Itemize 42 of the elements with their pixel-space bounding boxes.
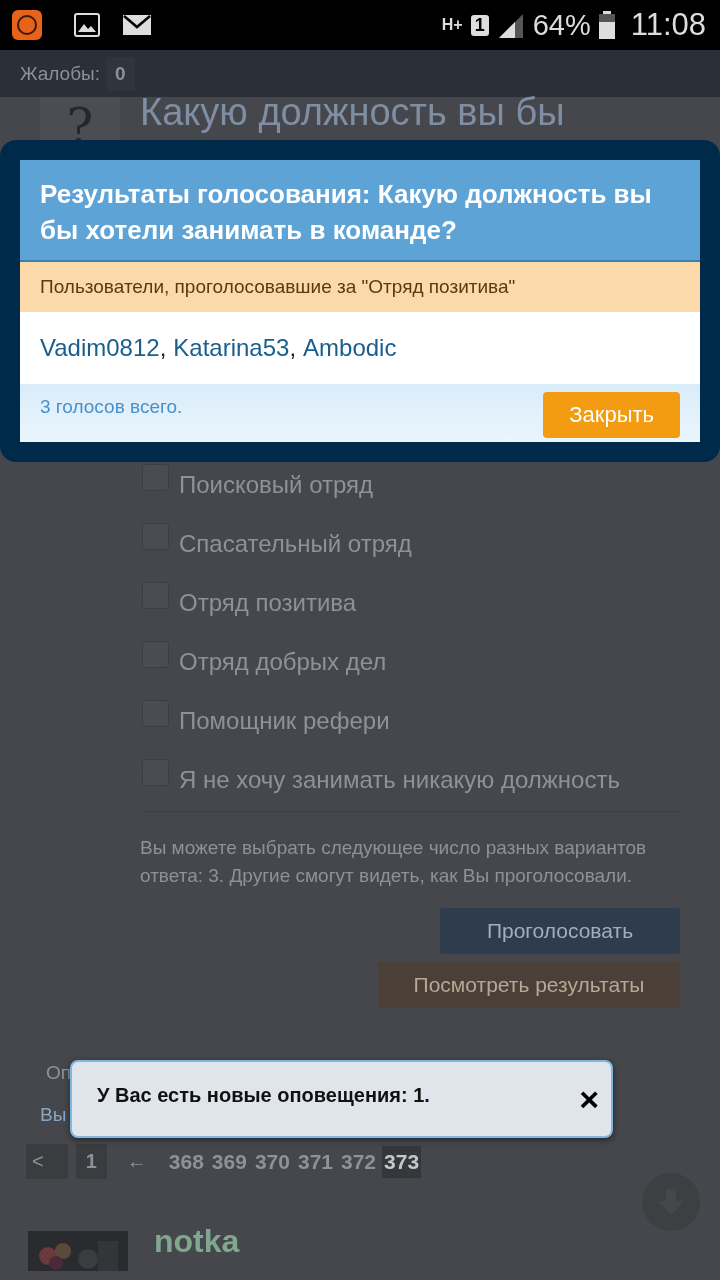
page-button[interactable]: 1	[75, 1144, 107, 1179]
page-link[interactable]: 370	[252, 1145, 292, 1178]
separator: ,	[289, 334, 297, 362]
post-author[interactable]: notka	[154, 1223, 240, 1260]
page-link[interactable]: 368	[166, 1145, 206, 1178]
page-link[interactable]: 372	[339, 1145, 379, 1178]
option-label: Спасательный отряд	[179, 529, 412, 558]
battery-percent: 64%	[532, 8, 591, 42]
voter-link[interactable]: Ambodic	[303, 334, 397, 362]
prev-page-button[interactable]: <	[26, 1144, 68, 1179]
voter-link[interactable]: Katarina53	[173, 334, 290, 362]
text-fragment: Оп	[46, 1062, 72, 1084]
vote-button[interactable]: Проголосовать	[440, 908, 680, 954]
image-icon	[74, 13, 100, 37]
link-fragment[interactable]: Вы	[40, 1104, 67, 1126]
page-link[interactable]: 371	[295, 1145, 335, 1178]
poll-note: Вы можете выбрать следующее число разных вариантов ответа: 3. Другие смогут видеть, как Вы проголосовали.	[140, 836, 648, 888]
dialog-title: Результаты голосования: Какую должность вы бы хотели занимать в команде?	[20, 160, 700, 262]
mail-icon	[122, 14, 152, 36]
option-label: Помощник рефери	[179, 706, 390, 735]
poll-title: Какую должность вы бы	[140, 91, 565, 134]
option-label: Поисковый отряд	[179, 470, 374, 499]
close-icon[interactable]: ×	[579, 1082, 599, 1116]
page-link[interactable]: 369	[209, 1145, 249, 1178]
separator: ,	[159, 334, 167, 362]
page-jump-button[interactable]: ←	[114, 1150, 159, 1173]
option-label: Я не хочу занимать никакую должность	[179, 765, 620, 794]
complaints-count: 0	[106, 56, 135, 91]
complaints-label: Жалобы:	[20, 62, 100, 85]
page-link[interactable]: 373	[382, 1145, 422, 1178]
option-label: Отряд позитива	[179, 588, 357, 617]
sim-badge: 1	[470, 14, 489, 36]
network-type: H+	[441, 16, 463, 34]
battery-icon	[598, 11, 615, 39]
results-button[interactable]: Посмотреть результаты	[378, 962, 680, 1008]
dialog-subtitle: Пользователи, проголосовавшие за "Отряд позитива"	[20, 262, 700, 312]
option-label: Отряд добрых дел	[179, 647, 387, 676]
clock: 11:08	[630, 7, 706, 43]
voter-link[interactable]: Vadim0812	[40, 334, 160, 362]
close-button[interactable]: Закрыть	[543, 392, 680, 438]
vote-total: 3 голосов всего.	[40, 396, 183, 418]
notification-text: У Вас есть новые оповещения: 1.	[97, 1083, 430, 1107]
